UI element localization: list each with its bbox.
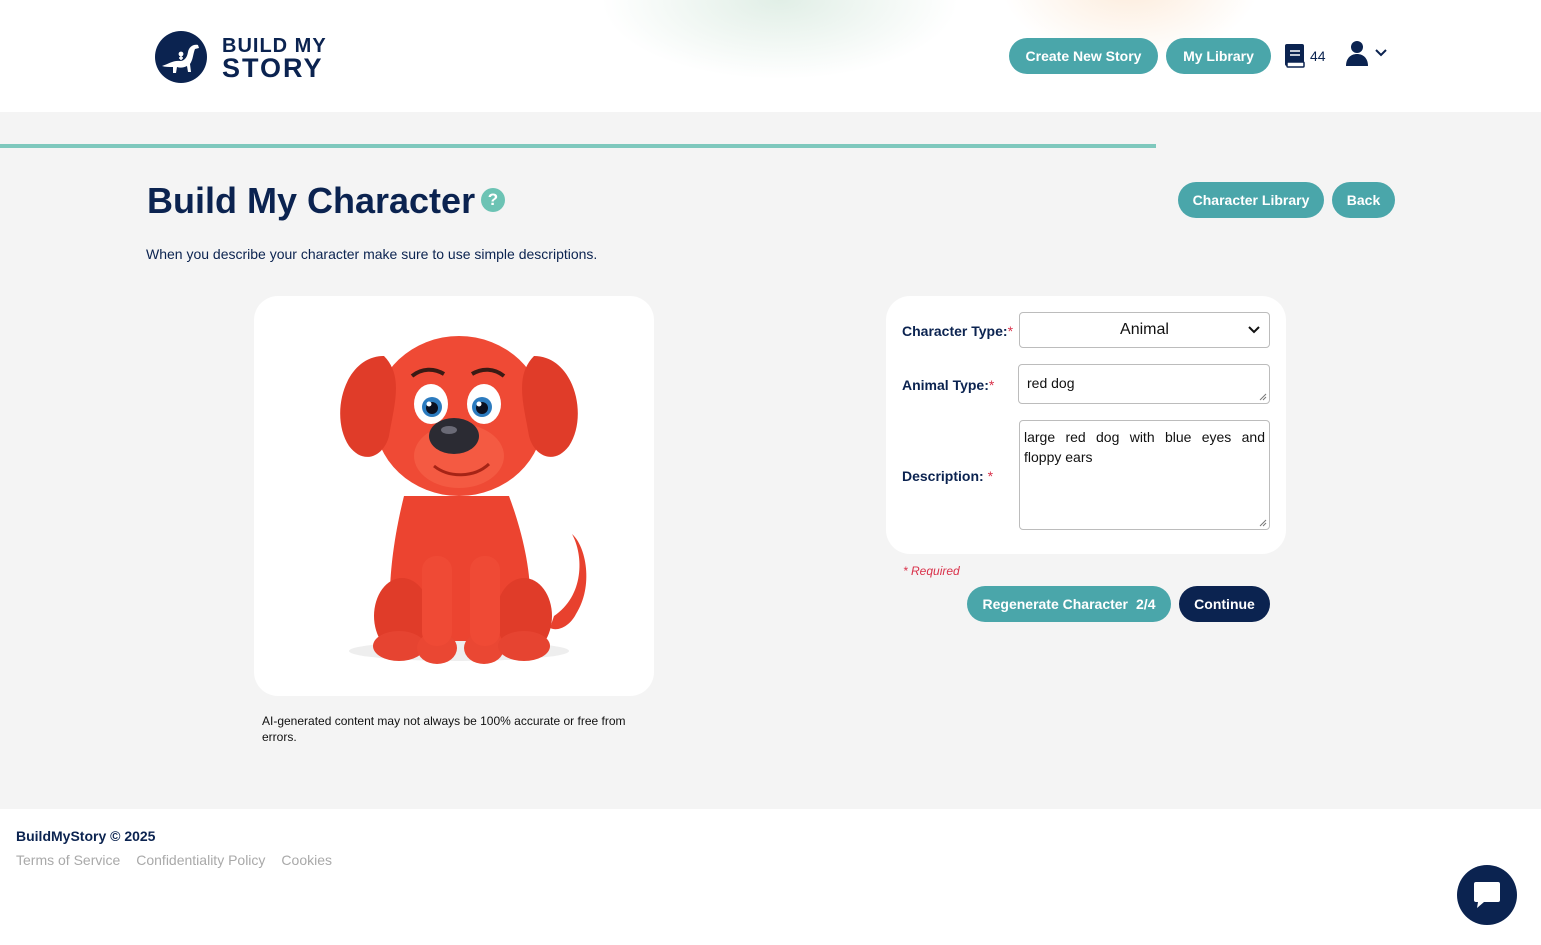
user-icon bbox=[1346, 41, 1368, 66]
user-menu[interactable] bbox=[1346, 40, 1388, 66]
chat-button[interactable] bbox=[1457, 865, 1517, 925]
description-label: Description: * bbox=[902, 468, 994, 484]
character-library-button[interactable]: Character Library bbox=[1178, 182, 1324, 218]
continue-button[interactable]: Continue bbox=[1179, 586, 1270, 622]
regenerate-count: 2/4 bbox=[1136, 596, 1156, 612]
page-title: Build My Character bbox=[147, 180, 476, 221]
header-decoration bbox=[600, 0, 960, 80]
book-icon bbox=[1285, 44, 1305, 68]
book-credits[interactable]: 44 bbox=[1284, 43, 1326, 69]
footer-links: Terms of Service Confidentiality Policy … bbox=[16, 852, 332, 868]
dinosaur-logo-icon bbox=[155, 31, 207, 83]
help-icon[interactable]: ? bbox=[481, 188, 505, 212]
ai-disclaimer: AI-generated content may not always be 1… bbox=[262, 714, 626, 744]
resize-handle-icon[interactable] bbox=[1259, 393, 1267, 401]
character-type-value: Animal bbox=[1120, 321, 1169, 338]
main-content: Build My Character ? When you describe y… bbox=[0, 112, 1541, 809]
logo-text-line2: STORY bbox=[222, 53, 324, 83]
page-subtitle: When you describe your character make su… bbox=[146, 246, 598, 262]
animal-type-label: Animal Type:* bbox=[902, 377, 995, 393]
site-header: BUILD MY STORY Create New Story My Libra… bbox=[0, 0, 1541, 112]
book-count: 44 bbox=[1310, 48, 1326, 64]
create-new-story-button[interactable]: Create New Story bbox=[1009, 38, 1158, 74]
confidentiality-link[interactable]: Confidentiality Policy bbox=[136, 852, 265, 868]
character-type-select[interactable]: Animal bbox=[1019, 312, 1270, 348]
regenerate-label: Regenerate Character bbox=[982, 596, 1129, 612]
chevron-down-icon bbox=[1248, 326, 1260, 334]
back-button[interactable]: Back bbox=[1332, 182, 1395, 218]
resize-handle-icon[interactable] bbox=[1259, 519, 1267, 527]
character-image-card bbox=[254, 296, 654, 696]
required-note: * Required bbox=[903, 564, 960, 578]
character-type-label: Character Type:* bbox=[902, 323, 1014, 339]
chevron-down-icon bbox=[1375, 49, 1387, 57]
animal-type-value: red dog bbox=[1027, 375, 1075, 391]
progress-bar bbox=[0, 144, 1156, 148]
terms-link[interactable]: Terms of Service bbox=[16, 852, 120, 868]
description-value: large red dog with blue eyes and floppy … bbox=[1024, 429, 1265, 465]
character-form: Character Type:* Animal Animal Type:* re… bbox=[886, 296, 1286, 554]
site-logo[interactable]: BUILD MY STORY bbox=[154, 30, 327, 84]
character-image bbox=[340, 336, 587, 664]
chat-icon bbox=[1474, 882, 1500, 908]
copyright: BuildMyStory © 2025 bbox=[16, 828, 156, 844]
my-library-button[interactable]: My Library bbox=[1166, 38, 1271, 74]
animal-type-input[interactable]: red dog bbox=[1018, 364, 1270, 404]
description-textarea[interactable]: large red dog with blue eyes and floppy … bbox=[1019, 420, 1270, 530]
site-footer: BuildMyStory © 2025 Terms of Service Con… bbox=[0, 809, 1541, 945]
regenerate-character-button[interactable]: Regenerate Character 2/4 bbox=[967, 586, 1171, 622]
cookies-link[interactable]: Cookies bbox=[281, 852, 332, 868]
